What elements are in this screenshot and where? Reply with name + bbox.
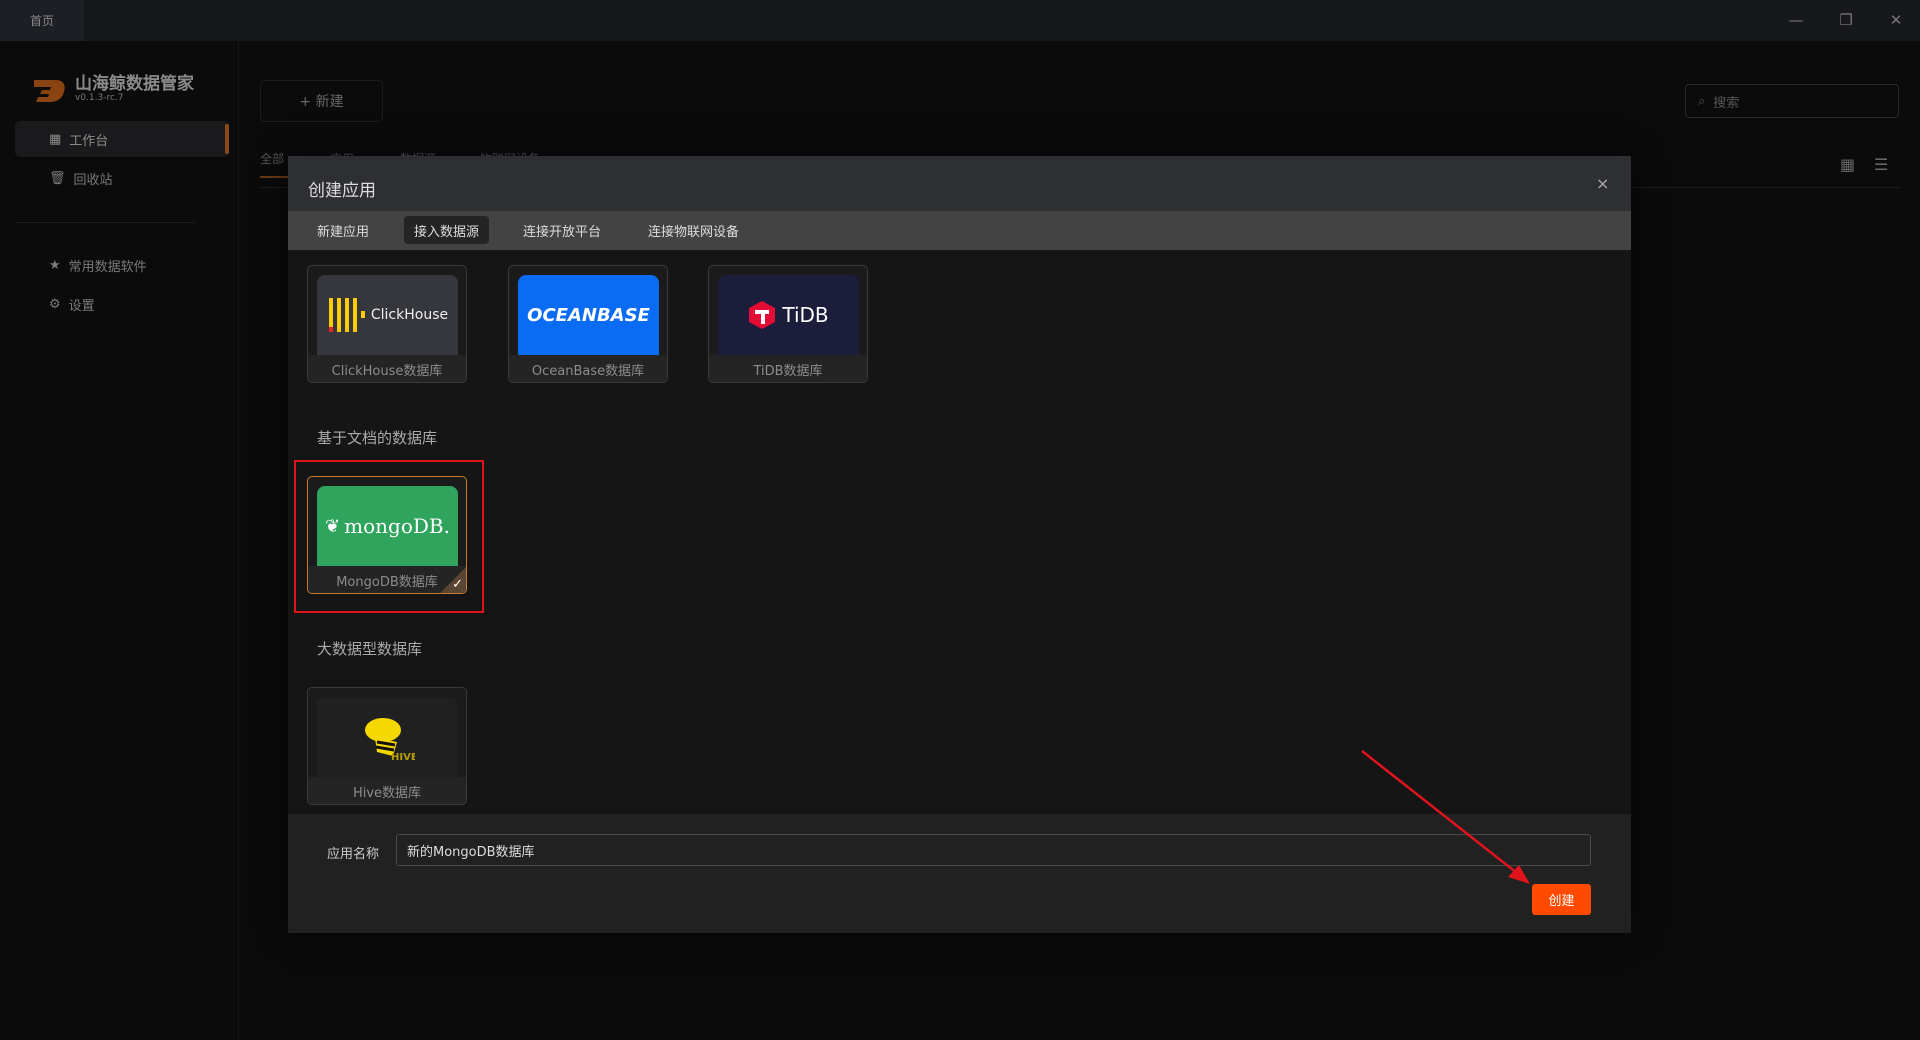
list-view-icon[interactable]: ☰: [1874, 155, 1888, 174]
card-tidb[interactable]: TiDB TiDB数据库: [708, 265, 868, 383]
gear-icon: ⚙: [49, 296, 61, 312]
tab-all[interactable]: 全部: [260, 150, 284, 167]
app-version: v0.1.3-rc.7: [75, 93, 124, 103]
sidebar-item-common-software[interactable]: ★ 常用数据软件: [15, 247, 229, 283]
card-label: TiDB数据库: [709, 355, 867, 382]
restore-icon[interactable]: ❐: [1834, 8, 1858, 32]
section-document-db: 基于文档的数据库: [317, 429, 438, 447]
tab-new-app[interactable]: 新建应用: [307, 216, 379, 244]
sidebar-item-label: 常用数据软件: [68, 259, 147, 275]
sidebar-item-label: 工作台: [69, 133, 109, 149]
sidebar-item-recycle-bin[interactable]: 🗑 回收站: [15, 160, 229, 196]
app-title: 山海鲸数据管家: [75, 74, 194, 94]
star-icon: ★: [49, 257, 61, 273]
oceanbase-logo: OCEANBASE: [518, 275, 659, 355]
tab-open-platform[interactable]: 连接开放平台: [513, 216, 611, 244]
search-icon: ⌕: [1698, 93, 1706, 109]
sidebar-item-label: 回收站: [73, 172, 113, 188]
app-name-input[interactable]: [396, 834, 1591, 866]
create-button[interactable]: 创建: [1532, 884, 1591, 915]
active-tab-indicator: [260, 176, 290, 178]
sidebar-item-workbench[interactable]: ▦ 工作台: [15, 121, 229, 157]
card-hive[interactable]: HIVE Hive数据库: [307, 687, 467, 805]
create-app-dialog: 创建应用 × 新建应用 接入数据源 连接开放平台 连接物联网设备 ClickHo…: [288, 156, 1631, 933]
grid-icon: ▦: [49, 131, 62, 147]
hive-logo-text: HIVE: [391, 752, 415, 762]
card-mongodb[interactable]: ❦ mongoDB. MongoDB数据库 ✓: [307, 476, 467, 594]
sidebar-item-settings[interactable]: ⚙ 设置: [15, 286, 229, 322]
tidb-logo-text: TiDB: [782, 303, 829, 327]
dialog-title: 创建应用: [308, 181, 376, 201]
clickhouse-logo: ClickHouse: [317, 275, 458, 355]
sidebar-divider: [15, 222, 195, 223]
card-oceanbase[interactable]: OCEANBASE OceanBase数据库: [508, 265, 668, 383]
search-placeholder: 搜索: [1713, 95, 1740, 111]
dialog-header: 创建应用 ×: [288, 156, 1631, 211]
app-name-label: 应用名称: [327, 847, 380, 862]
close-window-icon[interactable]: ✕: [1884, 8, 1908, 32]
tab-iot-device[interactable]: 连接物联网设备: [638, 216, 749, 244]
checkmark-icon: ✓: [440, 567, 466, 593]
close-icon[interactable]: ×: [1596, 174, 1609, 193]
tab-home[interactable]: 首页: [0, 0, 84, 41]
dialog-footer: 应用名称 创建: [288, 814, 1631, 933]
app-logo: [34, 80, 65, 102]
card-clickhouse[interactable]: ClickHouse ClickHouse数据库: [307, 265, 467, 383]
search-input[interactable]: ⌕ 搜索: [1685, 84, 1899, 118]
tidb-logo: TiDB: [718, 275, 859, 355]
hive-logo: HIVE: [317, 697, 458, 777]
card-label: Hive数据库: [308, 777, 466, 804]
new-button[interactable]: + 新建: [260, 80, 383, 122]
leaf-icon: ❦: [325, 515, 341, 537]
clickhouse-logo-text: ClickHouse: [370, 307, 449, 323]
oceanbase-logo-text: OCEANBASE: [527, 304, 650, 326]
section-bigdata-db: 大数据型数据库: [317, 640, 423, 658]
dialog-tabs: 新建应用 接入数据源 连接开放平台 连接物联网设备: [288, 211, 1631, 250]
mongodb-logo: ❦ mongoDB.: [317, 486, 458, 566]
minimize-icon[interactable]: —: [1784, 8, 1808, 32]
title-bar: 首页 — ❐ ✕: [0, 0, 1920, 41]
mongodb-logo-text: mongoDB.: [344, 514, 450, 538]
card-label: ClickHouse数据库: [308, 355, 466, 382]
card-label: OceanBase数据库: [509, 355, 667, 382]
trash-icon: 🗑: [49, 170, 66, 186]
tab-connect-datasource[interactable]: 接入数据源: [404, 216, 490, 244]
sidebar-item-label: 设置: [68, 298, 95, 314]
grid-view-icon[interactable]: ▦: [1840, 155, 1855, 174]
